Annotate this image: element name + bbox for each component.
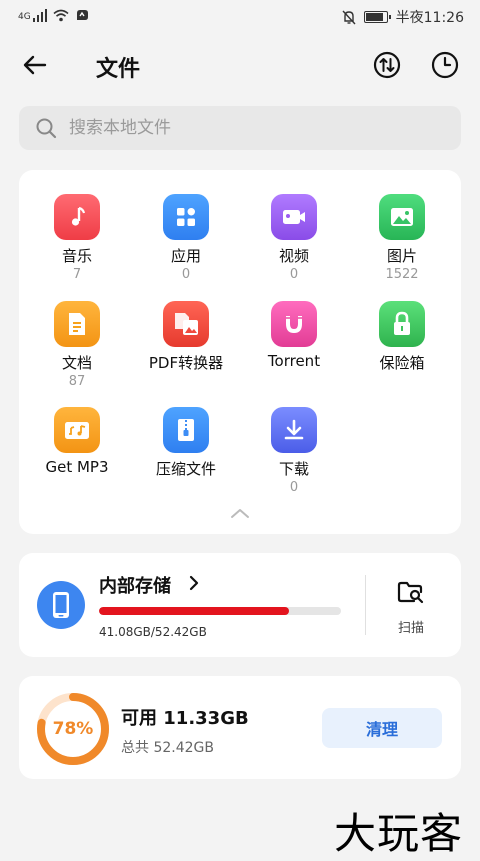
mp3-icon: [54, 407, 100, 453]
category-torrent[interactable]: Torrent: [240, 301, 348, 371]
category-card: 音乐 7 应用 0 视频 0 图片 1522 文档 87 PDF转换器 Torr…: [19, 170, 461, 534]
category-count: 1522: [385, 267, 419, 282]
status-left: 4G: [18, 8, 89, 22]
history-clock-icon[interactable]: [430, 50, 460, 80]
category-label: PDF转换器: [148, 354, 224, 372]
storage-progress-bar: [99, 607, 341, 615]
category-count: 0: [181, 267, 191, 282]
internal-storage-card[interactable]: 内部存储 41.08GB/52.42GB 扫描: [19, 553, 461, 657]
mute-bell-icon: [342, 10, 356, 24]
category-count: 87: [68, 374, 86, 389]
status-right: 半夜11:26: [342, 7, 464, 27]
category-safe[interactable]: 保险箱: [348, 301, 456, 374]
image-icon: [379, 194, 425, 240]
zip-icon: [163, 407, 209, 453]
category-video[interactable]: 视频 0: [240, 194, 348, 282]
clock-text: 半夜11:26: [395, 10, 464, 26]
category-label: 应用: [170, 247, 201, 265]
category-label: 音乐: [61, 247, 92, 265]
page-title: 文件: [96, 57, 141, 82]
storage-title: 内部存储: [99, 576, 171, 597]
total-capacity-text: 总共 52.42GB: [121, 740, 214, 756]
storage-used-text: 41.08GB/52.42GB: [99, 625, 207, 639]
category-label: 图片: [386, 247, 417, 265]
category-label: 下载: [278, 460, 309, 478]
category-count: 0: [289, 267, 299, 282]
scan-button[interactable]: 扫描: [387, 577, 435, 637]
category-label: Get MP3: [45, 458, 109, 476]
phone-storage-icon: [37, 581, 85, 629]
apps-icon: [163, 194, 209, 240]
pdf-converter-icon: [163, 301, 209, 347]
magnet-icon: [271, 301, 317, 347]
search-input[interactable]: [67, 117, 431, 139]
chevron-right-icon: [189, 575, 199, 591]
category-label: 视频: [278, 247, 309, 265]
wifi-icon: [53, 9, 69, 22]
document-icon: [54, 301, 100, 347]
collapse-chevron-icon[interactable]: [229, 506, 251, 520]
category-pdf-converter[interactable]: PDF转换器: [132, 301, 240, 374]
category-apps[interactable]: 应用 0: [132, 194, 240, 282]
available-storage-card: 78% 可用 11.33GB 总共 52.42GB 清理: [19, 676, 461, 779]
battery-icon: [363, 11, 391, 23]
search-icon: [36, 118, 57, 139]
music-icon: [54, 194, 100, 240]
lock-icon: [379, 301, 425, 347]
category-label: 保险箱: [379, 354, 425, 372]
category-label: Torrent: [267, 352, 321, 370]
signal-icon: [32, 8, 47, 22]
clean-button[interactable]: 清理: [322, 708, 442, 748]
usage-percent: 78%: [52, 719, 94, 739]
sort-icon[interactable]: [372, 50, 402, 80]
category-music[interactable]: 音乐 7: [23, 194, 131, 282]
header-bar: 文件: [0, 40, 480, 90]
category-downloads[interactable]: 下载 0: [240, 407, 348, 495]
storage-progress-fill: [99, 607, 289, 615]
category-get-mp3[interactable]: Get MP3: [23, 407, 131, 477]
video-icon: [271, 194, 317, 240]
category-images[interactable]: 图片 1522: [348, 194, 456, 282]
data-sync-icon: [76, 10, 88, 20]
watermark-logo: 大玩客: [334, 809, 464, 858]
category-count: 0: [289, 480, 299, 495]
category-count: 7: [72, 267, 82, 282]
category-label: 文档: [61, 354, 92, 372]
status-bar: 4G 半夜11:26: [0, 0, 480, 34]
network-type: 4G: [18, 12, 31, 22]
category-label: 压缩文件: [155, 460, 216, 478]
category-archives[interactable]: 压缩文件: [132, 407, 240, 480]
back-arrow-icon[interactable]: [20, 50, 50, 80]
search-bar[interactable]: [19, 106, 461, 150]
category-documents[interactable]: 文档 87: [23, 301, 131, 389]
scan-label: 扫描: [397, 621, 424, 636]
download-icon: [271, 407, 317, 453]
divider: [365, 575, 366, 635]
scan-folder-icon: [397, 581, 424, 604]
available-title: 可用 11.33GB: [121, 708, 249, 729]
